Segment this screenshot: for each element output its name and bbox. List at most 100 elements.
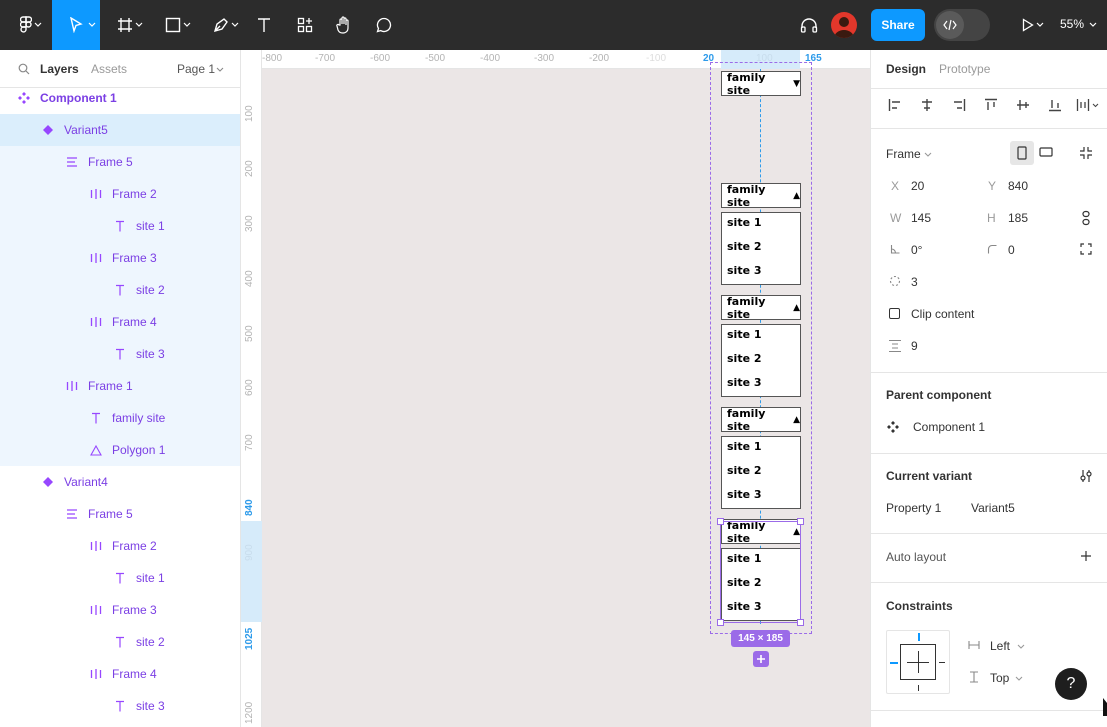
tab-assets[interactable]: Assets bbox=[91, 62, 127, 76]
frame-tool-button[interactable] bbox=[102, 0, 148, 50]
layer-row[interactable]: Variant4 bbox=[0, 466, 240, 498]
layer-row[interactable]: Frame 1 bbox=[0, 370, 240, 402]
resize-handle[interactable] bbox=[797, 619, 804, 626]
dropdown-option[interactable]: site 1 bbox=[727, 216, 762, 229]
page-selector[interactable]: Page 1 bbox=[177, 62, 215, 76]
comment-tool-button[interactable] bbox=[368, 0, 400, 50]
variant-settings-icon[interactable] bbox=[1080, 469, 1092, 483]
corner-radius-input[interactable]: 0 bbox=[1008, 243, 1015, 257]
align-center-horizontal-icon[interactable] bbox=[920, 98, 934, 112]
resize-handle[interactable] bbox=[717, 518, 724, 525]
align-bottom-icon[interactable] bbox=[1048, 98, 1062, 112]
dropdown-header[interactable]: family site ▼ bbox=[721, 71, 801, 97]
search-icon[interactable] bbox=[18, 63, 30, 75]
constrain-proportions-icon[interactable] bbox=[1081, 210, 1091, 226]
chevron-down-icon[interactable] bbox=[924, 152, 932, 158]
dropdown-header[interactable]: family site ▲ bbox=[721, 183, 801, 209]
independent-corners-icon[interactable] bbox=[1080, 243, 1092, 255]
constraints-widget[interactable] bbox=[886, 630, 950, 694]
dropdown-option[interactable]: site 3 bbox=[727, 264, 762, 277]
layer-row[interactable]: Frame 4 bbox=[0, 306, 240, 338]
clip-content-checkbox[interactable] bbox=[889, 308, 900, 319]
audio-button[interactable] bbox=[795, 0, 823, 50]
portrait-button[interactable] bbox=[1010, 141, 1034, 165]
present-button[interactable] bbox=[1008, 0, 1048, 50]
layer-row[interactable]: site 1 bbox=[0, 562, 240, 594]
layer-row[interactable]: site 2 bbox=[0, 626, 240, 658]
layer-row[interactable]: Component 1 bbox=[0, 82, 240, 114]
x-input[interactable]: 20 bbox=[911, 179, 924, 193]
layer-row[interactable]: Frame 3 bbox=[0, 594, 240, 626]
layer-row[interactable]: Frame 4 bbox=[0, 658, 240, 690]
constraint-top-active[interactable] bbox=[918, 633, 920, 641]
dropdown-option[interactable]: site 3 bbox=[727, 376, 762, 389]
layer-row[interactable]: Frame 5 bbox=[0, 146, 240, 178]
resize-handle[interactable] bbox=[717, 619, 724, 626]
rotation-input[interactable]: 0° bbox=[911, 243, 922, 257]
property-value-select[interactable]: Variant5 bbox=[971, 501, 1015, 515]
resize-handle[interactable] bbox=[797, 518, 804, 525]
dropdown-header[interactable]: family site ▲ bbox=[721, 407, 801, 433]
chevron-down-icon[interactable] bbox=[1017, 644, 1025, 650]
layer-row[interactable]: Variant5 bbox=[0, 114, 240, 146]
dropdown-option[interactable]: site 1 bbox=[727, 328, 762, 341]
layer-row[interactable]: Polygon 1 bbox=[0, 434, 240, 466]
align-right-icon[interactable] bbox=[952, 98, 966, 112]
tab-prototype[interactable]: Prototype bbox=[939, 62, 990, 76]
text-tool-button[interactable] bbox=[248, 0, 280, 50]
add-auto-layout-icon[interactable] bbox=[1080, 550, 1092, 562]
constraint-left-active[interactable] bbox=[890, 662, 898, 664]
y-input[interactable]: 840 bbox=[1008, 179, 1028, 193]
spacing-input[interactable]: 3 bbox=[911, 275, 918, 289]
layer-row[interactable]: site 3 bbox=[0, 338, 240, 370]
align-left-icon[interactable] bbox=[888, 98, 902, 112]
resize-to-fit-icon[interactable] bbox=[1079, 146, 1093, 160]
hand-tool-button[interactable] bbox=[328, 0, 360, 50]
selection-outline[interactable] bbox=[720, 521, 801, 623]
move-tool-button[interactable] bbox=[52, 0, 100, 50]
pen-tool-button[interactable] bbox=[198, 0, 244, 50]
layer-row[interactable]: site 1 bbox=[0, 210, 240, 242]
frame-type-selector[interactable]: Frame bbox=[886, 147, 921, 161]
resources-button[interactable] bbox=[288, 0, 322, 50]
chevron-down-icon[interactable] bbox=[1089, 22, 1097, 28]
zoom-level[interactable]: 55% bbox=[1060, 17, 1084, 31]
dropdown-header[interactable]: family site ▲ bbox=[721, 295, 801, 321]
add-variant-button[interactable] bbox=[753, 651, 769, 667]
parent-component-link[interactable]: Component 1 bbox=[913, 420, 985, 434]
landscape-icon[interactable] bbox=[1039, 147, 1053, 157]
layer-row[interactable]: Frame 2 bbox=[0, 530, 240, 562]
padding-input[interactable]: 9 bbox=[911, 339, 918, 353]
share-button[interactable]: Share bbox=[871, 9, 925, 41]
layer-row[interactable]: Frame 5 bbox=[0, 498, 240, 530]
vertical-constraint-select[interactable]: Top bbox=[990, 671, 1009, 685]
dropdown-option[interactable]: site 3 bbox=[727, 488, 762, 501]
chevron-down-icon[interactable] bbox=[216, 67, 224, 73]
distribute-icon[interactable] bbox=[1076, 98, 1100, 112]
main-menu-button[interactable] bbox=[0, 0, 52, 50]
tab-design[interactable]: Design bbox=[886, 62, 926, 76]
shape-tool-button[interactable] bbox=[150, 0, 196, 50]
width-input[interactable]: 145 bbox=[911, 211, 931, 225]
dropdown-option[interactable]: site 2 bbox=[727, 464, 762, 477]
help-button[interactable]: ? bbox=[1055, 668, 1087, 700]
constraint-bottom[interactable] bbox=[918, 685, 919, 691]
horizontal-constraint-select[interactable]: Left bbox=[990, 639, 1010, 653]
avatar[interactable] bbox=[831, 12, 857, 38]
constraint-right[interactable] bbox=[939, 662, 945, 663]
layer-row[interactable]: site 2 bbox=[0, 274, 240, 306]
dropdown-option[interactable]: site 1 bbox=[727, 440, 762, 453]
dropdown-option[interactable]: site 2 bbox=[727, 240, 762, 253]
dev-mode-toggle[interactable] bbox=[934, 9, 990, 41]
layer-row[interactable]: Frame 2 bbox=[0, 178, 240, 210]
dropdown-option[interactable]: site 2 bbox=[727, 352, 762, 365]
design-canvas[interactable]: -800 -700 -600 -500 -400 -300 -200 -100 … bbox=[241, 50, 870, 727]
layer-row[interactable]: Frame 3 bbox=[0, 242, 240, 274]
tab-layers[interactable]: Layers bbox=[40, 62, 79, 76]
height-input[interactable]: 185 bbox=[1008, 211, 1028, 225]
chevron-down-icon[interactable] bbox=[1015, 676, 1023, 682]
align-top-icon[interactable] bbox=[984, 98, 998, 112]
layer-row[interactable]: site 3 bbox=[0, 690, 240, 722]
layer-row[interactable]: family site bbox=[0, 402, 240, 434]
align-center-vertical-icon[interactable] bbox=[1016, 98, 1030, 112]
